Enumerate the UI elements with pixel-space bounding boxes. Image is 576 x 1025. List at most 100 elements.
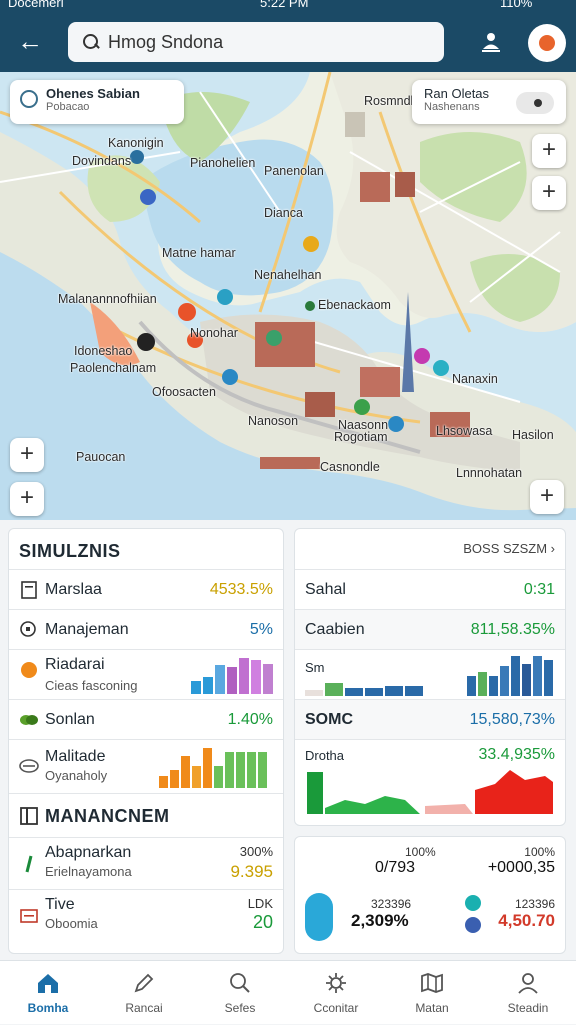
map-label: Lnnnohatan xyxy=(456,466,523,480)
chart-bar xyxy=(533,656,542,696)
row-sublabel: Erielnayamona xyxy=(45,864,132,879)
nav-item-home[interactable]: Bomha xyxy=(0,961,96,1025)
mini-bar-chart xyxy=(159,748,275,788)
layer-toggle-card[interactable]: Ran Oletas Nashenans xyxy=(412,80,566,124)
chart-bar xyxy=(225,752,234,788)
add-marker-button[interactable]: + xyxy=(530,480,564,514)
location-card[interactable]: Ohenes Sabian Pobacao xyxy=(10,80,184,124)
search-icon xyxy=(82,33,100,51)
row-value: 9.395 xyxy=(230,862,273,881)
list-item[interactable]: Tive Oboomia LDK 20 xyxy=(9,889,283,941)
chart-bar xyxy=(258,752,267,788)
row-label: Riadarai xyxy=(45,656,105,673)
zoom-in-button[interactable]: + xyxy=(532,134,566,168)
carrier-text: Docemeri xyxy=(8,0,64,10)
nav-item-profile[interactable]: Steadin xyxy=(480,961,576,1025)
chart-bar xyxy=(251,660,261,694)
blue-dot-icon xyxy=(465,917,481,933)
row-label: Tive xyxy=(45,896,75,913)
row-label: Abapnarkan xyxy=(45,844,132,861)
chevron-right-icon: › xyxy=(550,541,555,556)
location-pin-icon xyxy=(20,90,38,108)
nav-label: Rancai xyxy=(125,1001,163,1015)
map-label: Ebenackaom xyxy=(318,298,391,312)
map-label: Nenahelhan xyxy=(254,268,322,282)
avatar[interactable] xyxy=(528,24,566,62)
chart-bar xyxy=(500,666,509,696)
stat-value: 4,50.70 xyxy=(498,911,555,930)
stat-value: 2,309% xyxy=(351,911,409,930)
grid-icon xyxy=(20,807,38,825)
list-item[interactable]: Malitade Oyanaholy xyxy=(9,739,283,793)
chart-bar xyxy=(325,683,343,696)
bottle-icon xyxy=(25,855,33,873)
row-value: 15,580,73% xyxy=(469,711,555,728)
simulations-panel: SIMULZNIS Marslaa 4533.5% Manajeman 5% R… xyxy=(8,528,284,954)
row-value-top: 300% xyxy=(239,844,273,859)
map-label: Pauocan xyxy=(76,450,126,464)
list-item[interactable]: Riadarai Cieas fasconing xyxy=(9,649,283,699)
chart-bar xyxy=(478,672,487,696)
chart-bar xyxy=(159,776,168,788)
chart-bar xyxy=(215,665,225,694)
chart-bar xyxy=(385,686,403,696)
person-pin-icon[interactable] xyxy=(478,28,504,54)
list-item[interactable]: Abapnarkan Erielnayamona 300% 9.395 xyxy=(9,837,283,889)
list-item[interactable]: Sm xyxy=(295,649,565,699)
avatar-dot-icon xyxy=(539,35,555,51)
row-label: Malitade xyxy=(45,748,106,765)
row-sublabel: Oboomia xyxy=(45,916,98,931)
row-value-top: LDK xyxy=(247,896,273,911)
list-item[interactable]: Manajeman 5% xyxy=(9,609,283,649)
map-label: Lhsowasa xyxy=(436,424,493,438)
row-value: 20 xyxy=(252,912,273,932)
stat-value: 0/793 xyxy=(375,859,416,876)
gear-icon xyxy=(326,973,346,993)
layer-toggle[interactable] xyxy=(516,92,554,114)
bottom-nav: Bomha Rancai Sefes Cconitar Matan Steadi… xyxy=(0,960,576,1024)
row-label: SOMC xyxy=(305,711,353,728)
location-card-subtitle: Pobacao xyxy=(46,101,90,113)
route-icon xyxy=(19,759,39,773)
panel-header: SIMULZNIS xyxy=(19,541,121,561)
nav-item-map[interactable]: Matan xyxy=(384,961,480,1025)
row-sublabel: Cieas fasconing xyxy=(45,678,138,693)
row-value: 5% xyxy=(249,621,273,638)
search-bar[interactable] xyxy=(68,22,444,62)
row-value: 1.40% xyxy=(227,711,273,728)
list-item[interactable]: Caabien 811,58.35% xyxy=(295,609,565,649)
row-value: 0:31 xyxy=(523,581,555,598)
nav-item-search[interactable]: Sefes xyxy=(192,961,288,1025)
teal-dot-icon xyxy=(465,895,481,911)
chart-bar xyxy=(214,766,223,788)
list-item[interactable]: SOMC 15,580,73% xyxy=(295,699,565,739)
location-card-title: Ohenes Sabian xyxy=(46,86,140,101)
list-item[interactable]: Sonlan 1.40% xyxy=(9,699,283,739)
search-input[interactable] xyxy=(108,31,428,53)
nav-item-edit[interactable]: Rancai xyxy=(96,961,192,1025)
nav-label: Cconitar xyxy=(313,1001,359,1015)
mini-bar-chart xyxy=(305,658,425,696)
nav-label: Sefes xyxy=(224,1001,256,1015)
capsule-icon xyxy=(305,893,333,941)
panel-header-link[interactable]: BOSS SZSZM › xyxy=(463,541,555,556)
list-item[interactable]: Drotha 33.4,935% xyxy=(295,739,565,825)
toggle-knob-icon xyxy=(534,99,542,107)
zoom-in-button-left[interactable]: + xyxy=(10,482,44,516)
add-button[interactable]: + xyxy=(532,176,566,210)
map-view[interactable]: Rosmndle Kanonigin Dovindans Pianohelien… xyxy=(0,72,576,520)
chart-bar xyxy=(405,686,423,696)
nav-item-settings[interactable]: Cconitar xyxy=(288,961,384,1025)
map-label: Nanaxin xyxy=(452,372,498,386)
list-item[interactable]: Sahal 0:31 xyxy=(295,569,565,609)
list-item[interactable]: Marslaa 4533.5% xyxy=(9,569,283,609)
panel-header: BOSS SZSZM xyxy=(463,541,548,556)
document-icon xyxy=(21,581,37,599)
location-drop-icon xyxy=(21,662,37,678)
chart-bar xyxy=(365,688,383,696)
row-label: Caabien xyxy=(305,621,365,638)
stat-top: 323396 xyxy=(371,897,412,911)
back-arrow-icon[interactable]: ← xyxy=(14,26,46,58)
map-label: Pianohelien xyxy=(190,156,256,170)
add-place-button[interactable]: + xyxy=(10,438,44,472)
